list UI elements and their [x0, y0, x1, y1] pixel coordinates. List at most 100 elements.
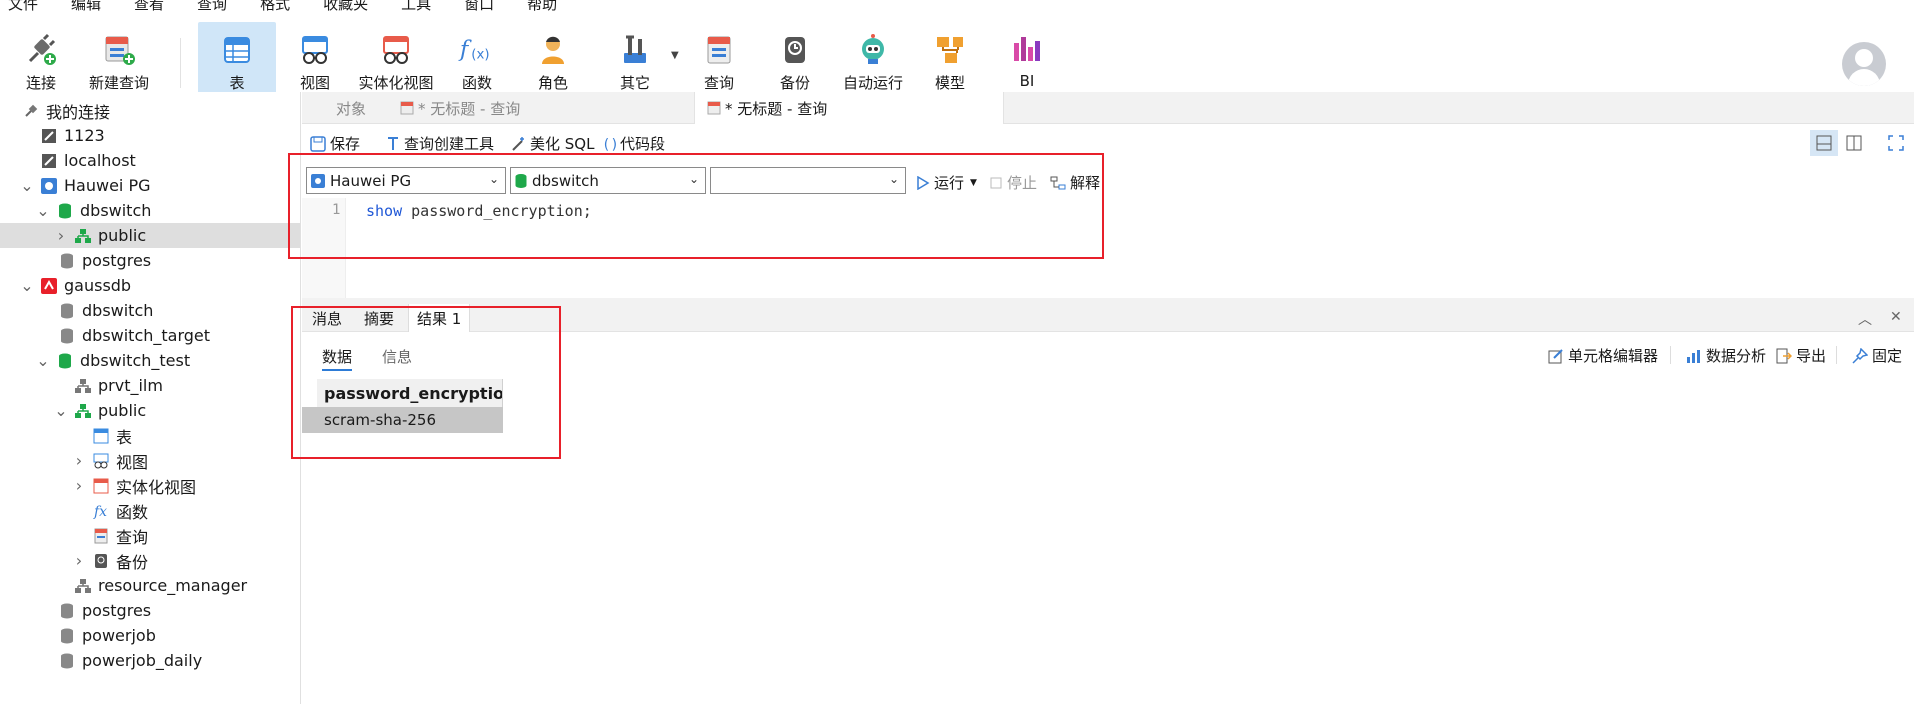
- menu-tools[interactable]: 工具: [401, 0, 431, 12]
- new-query-button[interactable]: 新建查询: [82, 22, 156, 94]
- beautify-sql-button[interactable]: 美化 SQL: [510, 133, 594, 154]
- tree-item-tables[interactable]: 表: [0, 423, 300, 448]
- layout-split-vertical-icon[interactable]: [1840, 130, 1868, 156]
- tree-item-1123[interactable]: 1123: [0, 123, 300, 148]
- tree-item-dbswitch-target[interactable]: dbswitch_target: [0, 323, 300, 348]
- tree-item-backups[interactable]: › 备份: [0, 548, 300, 573]
- tree-item-functions[interactable]: fx 函数: [0, 498, 300, 523]
- chevron-down-icon[interactable]: ⌄: [20, 276, 34, 295]
- subtab-data[interactable]: 数据: [322, 346, 353, 371]
- tab-untitled-query-1[interactable]: * 无标题 - 查询: [388, 92, 694, 124]
- collapse-panel-icon[interactable]: ︿: [1858, 309, 1872, 329]
- run-button[interactable]: 运行 ▼: [916, 172, 977, 193]
- sql-editor[interactable]: 1 show password_encryption;: [302, 198, 1914, 298]
- database-select[interactable]: dbswitch ⌄: [510, 167, 706, 194]
- close-panel-icon[interactable]: ✕: [1890, 309, 1902, 325]
- tree-item-powerjob[interactable]: powerjob: [0, 623, 300, 648]
- tree-item-localhost[interactable]: localhost: [0, 148, 300, 173]
- schema-gray-icon: [74, 377, 92, 395]
- chevron-right-icon[interactable]: ›: [72, 476, 86, 495]
- table-button[interactable]: 表: [198, 22, 276, 94]
- chevron-right-icon[interactable]: ›: [72, 451, 86, 470]
- model-button[interactable]: 模型: [924, 22, 976, 94]
- sql-rest: password_encryption;: [402, 202, 592, 220]
- toolbar-divider: [180, 38, 181, 88]
- tree-item-postgres[interactable]: postgres: [0, 248, 300, 273]
- chevron-down-icon[interactable]: ⌄: [54, 401, 68, 420]
- automation-button[interactable]: 自动运行: [840, 22, 906, 94]
- tab-result-1[interactable]: 结果 1: [408, 304, 471, 332]
- explain-button[interactable]: 解释: [1050, 172, 1100, 193]
- other-button[interactable]: 其它: [610, 22, 660, 94]
- export-button[interactable]: 导出: [1776, 345, 1826, 366]
- save-button[interactable]: 保存: [310, 133, 360, 154]
- query-icon: [707, 101, 721, 115]
- view-button[interactable]: 视图: [290, 22, 340, 94]
- column-header-password-encryption[interactable]: password_encryption: [317, 379, 503, 407]
- tab-summary[interactable]: 摘要: [356, 304, 402, 332]
- view-icon: [296, 32, 334, 68]
- materialized-view-button[interactable]: 实体化视图: [356, 22, 436, 94]
- table-label: 表: [229, 74, 245, 92]
- layout-split-horizontal-icon[interactable]: [1810, 130, 1838, 156]
- tree-item-dbswitch[interactable]: ⌄ dbswitch: [0, 198, 300, 223]
- pin-button[interactable]: 固定: [1852, 345, 1902, 366]
- subtab-info[interactable]: 信息: [382, 346, 412, 367]
- table-icon: [92, 427, 110, 445]
- tree-item-views[interactable]: › 视图: [0, 448, 300, 473]
- connection-root-icon: [22, 102, 40, 120]
- menu-file[interactable]: 文件: [8, 0, 38, 12]
- stop-button[interactable]: 停止: [990, 172, 1037, 193]
- menu-help[interactable]: 帮助: [527, 0, 557, 12]
- row-header[interactable]: [302, 407, 317, 433]
- menu-edit[interactable]: 编辑: [71, 0, 101, 12]
- backup-button[interactable]: 备份: [770, 22, 820, 94]
- fullscreen-icon[interactable]: [1882, 130, 1910, 156]
- run-dropdown-caret[interactable]: ▼: [970, 178, 977, 188]
- tree-item-resource-manager[interactable]: resource_manager: [0, 573, 300, 598]
- result-tabs: 消息 摘要 结果 1 ︿ ✕: [302, 304, 1914, 332]
- tab-untitled-query-2[interactable]: * 无标题 - 查询: [694, 92, 1004, 124]
- tab-messages[interactable]: 消息: [304, 304, 350, 332]
- tree-item-public-2[interactable]: ⌄ public: [0, 398, 300, 423]
- chevron-down-icon[interactable]: ⌄: [36, 201, 50, 220]
- connect-button[interactable]: 连接: [14, 22, 68, 94]
- tree-item-powerjob-daily[interactable]: powerjob_daily: [0, 648, 300, 673]
- tree-item-gaussdb[interactable]: ⌄ gaussdb: [0, 273, 300, 298]
- tree-item-queries[interactable]: 查询: [0, 523, 300, 548]
- tree-root-my-connections[interactable]: 我的连接: [0, 98, 300, 123]
- code-snippet-button[interactable]: () 代码段: [602, 133, 665, 154]
- chevron-down-icon[interactable]: ⌄: [20, 176, 34, 195]
- query-button[interactable]: 查询: [694, 22, 744, 94]
- menu-window[interactable]: 窗口: [464, 0, 494, 12]
- cell-editor-button[interactable]: 单元格编辑器: [1548, 345, 1658, 366]
- query-builder-button[interactable]: 查询创建工具: [386, 133, 494, 154]
- chevron-down-icon[interactable]: ⌄: [36, 351, 50, 370]
- tree-item-postgres-2[interactable]: postgres: [0, 598, 300, 623]
- tab-objects[interactable]: 对象: [316, 92, 386, 124]
- grid-cell[interactable]: scram-sha-256: [317, 407, 503, 433]
- tree-item-dbswitch-2[interactable]: dbswitch: [0, 298, 300, 323]
- bi-button[interactable]: BI: [1002, 22, 1052, 94]
- chevron-right-icon[interactable]: ›: [72, 551, 86, 570]
- tree-item-materialized-views[interactable]: › 实体化视图: [0, 473, 300, 498]
- tree-item-dbswitch-test[interactable]: ⌄ dbswitch_test: [0, 348, 300, 373]
- user-avatar[interactable]: [1842, 42, 1886, 86]
- chevron-right-icon[interactable]: ›: [54, 226, 68, 245]
- data-analysis-button[interactable]: 数据分析: [1686, 345, 1766, 366]
- function-icon: fx: [92, 502, 110, 520]
- sql-code-line[interactable]: show password_encryption;: [366, 202, 592, 220]
- function-button[interactable]: f (x) 函数: [452, 22, 502, 94]
- menu-view[interactable]: 查看: [134, 0, 164, 12]
- other-dropdown-caret[interactable]: ▼: [671, 50, 679, 61]
- schema-select[interactable]: ⌄: [710, 167, 906, 194]
- menu-format[interactable]: 格式: [260, 0, 290, 12]
- tree-item-prvt-ilm[interactable]: prvt_ilm: [0, 373, 300, 398]
- menu-query[interactable]: 查询: [197, 0, 227, 12]
- role-button[interactable]: 角色: [528, 22, 578, 94]
- chevron-down-icon: ⌄: [888, 172, 899, 186]
- connection-select[interactable]: Hauwei PG ⌄: [306, 167, 506, 194]
- tree-item-public-selected[interactable]: › public: [0, 223, 300, 248]
- menu-favorites[interactable]: 收藏夹: [323, 0, 368, 12]
- tree-item-hauwei-pg[interactable]: ⌄ Hauwei PG: [0, 173, 300, 198]
